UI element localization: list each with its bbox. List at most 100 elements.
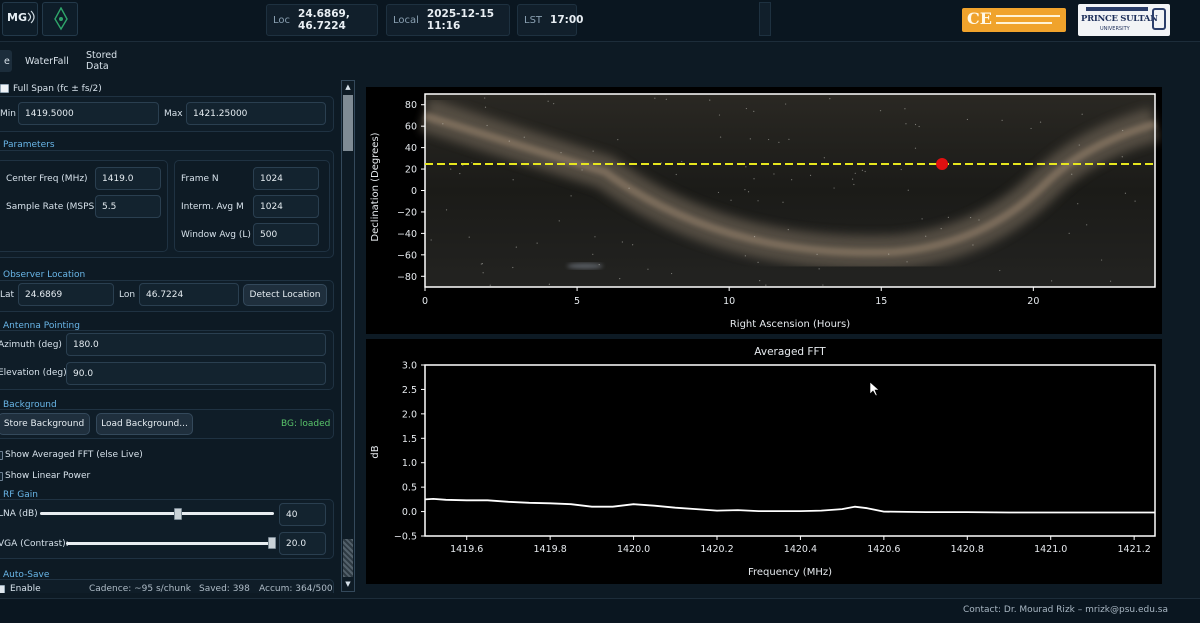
background-status: BG: loaded xyxy=(281,419,331,429)
star xyxy=(1051,280,1053,282)
star xyxy=(459,172,461,175)
center-freq-input[interactable]: 1419.0 xyxy=(95,167,161,190)
star xyxy=(809,174,812,176)
star xyxy=(822,284,824,286)
autosave-saved-count: Saved: 398 xyxy=(199,584,250,593)
scrollbar-track-page[interactable] xyxy=(343,539,353,577)
panel-scrollbar[interactable]: ▲ ▼ xyxy=(341,80,355,592)
star xyxy=(481,263,483,265)
star xyxy=(768,138,770,141)
star xyxy=(833,187,835,189)
sample-rate-input[interactable]: 5.5 xyxy=(95,195,161,218)
y-tick-label: 0.0 xyxy=(402,507,417,518)
y-tick-label: 2.0 xyxy=(402,409,417,420)
interm-avg-input[interactable]: 1024 xyxy=(253,195,319,218)
star xyxy=(947,216,949,218)
vga-slider[interactable] xyxy=(66,542,274,545)
star xyxy=(1124,192,1127,194)
store-background-button[interactable]: Store Background xyxy=(0,413,90,435)
star xyxy=(852,178,854,180)
star xyxy=(508,140,510,142)
star xyxy=(560,152,562,154)
y-tick-label: 3.0 xyxy=(402,361,417,372)
load-background-button[interactable]: Load Background... xyxy=(96,413,193,435)
scrollbar-thumb[interactable] xyxy=(343,95,353,151)
x-tick-label: 10 xyxy=(723,296,735,307)
tab-waterfall[interactable]: WaterFall xyxy=(17,50,77,72)
x-tick-label: 1420.0 xyxy=(617,544,650,555)
star xyxy=(1081,113,1083,115)
star xyxy=(717,191,720,194)
star xyxy=(765,284,767,286)
star xyxy=(900,168,902,171)
lon-label: Lon xyxy=(119,290,136,300)
lna-slider-thumb[interactable] xyxy=(174,508,183,520)
star xyxy=(744,189,746,191)
star xyxy=(879,110,882,112)
frame-n-input[interactable]: 1024 xyxy=(253,167,319,190)
autosave-enable-checkbox[interactable] xyxy=(0,585,5,593)
y-tick-label: 1.5 xyxy=(402,434,417,445)
x-tick-label: 5 xyxy=(574,296,580,307)
star xyxy=(914,147,917,149)
star xyxy=(547,100,549,102)
antenna-logo xyxy=(42,2,78,36)
star xyxy=(628,187,630,189)
min-freq-input[interactable]: 1419.5000 xyxy=(18,102,159,125)
star xyxy=(1068,232,1070,234)
tab-stored-data[interactable]: Stored Data xyxy=(78,50,125,72)
star xyxy=(1121,156,1123,158)
y-tick-label: 80 xyxy=(405,100,417,111)
contact-text: Contact: Dr. Mourad Rizk – mrizk@psu.edu… xyxy=(962,605,1168,615)
lon-input[interactable]: 46.7224 xyxy=(139,283,239,306)
star xyxy=(553,103,555,105)
azimuth-input[interactable]: 180.0 xyxy=(66,333,326,356)
window-avg-input[interactable]: 500 xyxy=(253,223,319,246)
star xyxy=(484,97,486,99)
x-tick-label: 1420.6 xyxy=(867,544,900,555)
max-freq-input[interactable]: 1421.25000 xyxy=(186,102,326,125)
star xyxy=(486,124,488,127)
star xyxy=(1122,129,1124,132)
star xyxy=(681,160,683,163)
vga-value-box[interactable]: 20.0 xyxy=(279,532,326,555)
max-label: Max xyxy=(164,109,183,119)
star xyxy=(512,266,514,269)
y-tick-label: −0.5 xyxy=(394,532,417,543)
fft-series-line xyxy=(424,498,1155,514)
x-tick-label: 1420.2 xyxy=(700,544,733,555)
star xyxy=(1071,173,1073,175)
averaged-fft-chart: Averaged FFT 1419.6 1419.8 1420.0 1420.2 142… xyxy=(366,339,1162,584)
tab-spectrum[interactable]: e xyxy=(0,50,12,72)
star xyxy=(906,261,908,263)
psu-logo: PRINCE SULTAN UNIVERSITY xyxy=(1078,4,1170,36)
show-linear-checkbox[interactable] xyxy=(0,472,3,481)
x-tick-label: 1419.8 xyxy=(534,544,567,555)
scroll-up-icon[interactable]: ▲ xyxy=(343,82,353,92)
star xyxy=(581,169,583,171)
star xyxy=(675,173,677,176)
footer-bar: Contact: Dr. Mourad Rizk – mrizk@psu.edu… xyxy=(0,598,1200,623)
show-averaged-checkbox[interactable] xyxy=(0,451,3,460)
star xyxy=(978,219,980,221)
scroll-down-icon[interactable]: ▼ xyxy=(343,579,353,589)
lna-slider[interactable] xyxy=(40,512,274,515)
elevation-input[interactable]: 90.0 xyxy=(66,362,326,385)
star xyxy=(921,218,923,220)
sample-rate-label: Sample Rate (MSPS) xyxy=(6,202,98,212)
y-tick-label: −80 xyxy=(397,272,417,283)
interm-avg-label: Interm. Avg M xyxy=(181,202,244,212)
star xyxy=(745,107,747,110)
vga-slider-thumb[interactable] xyxy=(267,537,276,549)
y-tick-label: −20 xyxy=(397,207,417,218)
local-time-readout: Local 2025-12-15 11:16 xyxy=(386,4,510,36)
detect-location-button[interactable]: Detect Location xyxy=(243,284,327,306)
ce-logo: CE xyxy=(962,8,1066,32)
star xyxy=(719,136,722,138)
full-span-checkbox[interactable] xyxy=(0,84,9,93)
location-readout: Loc 24.6869, 46.7224 xyxy=(266,4,378,36)
lna-value-box[interactable]: 40 xyxy=(279,503,326,526)
center-freq-label: Center Freq (MHz) xyxy=(6,174,88,184)
star xyxy=(1078,144,1080,146)
lat-input[interactable]: 24.6869 xyxy=(18,283,114,306)
